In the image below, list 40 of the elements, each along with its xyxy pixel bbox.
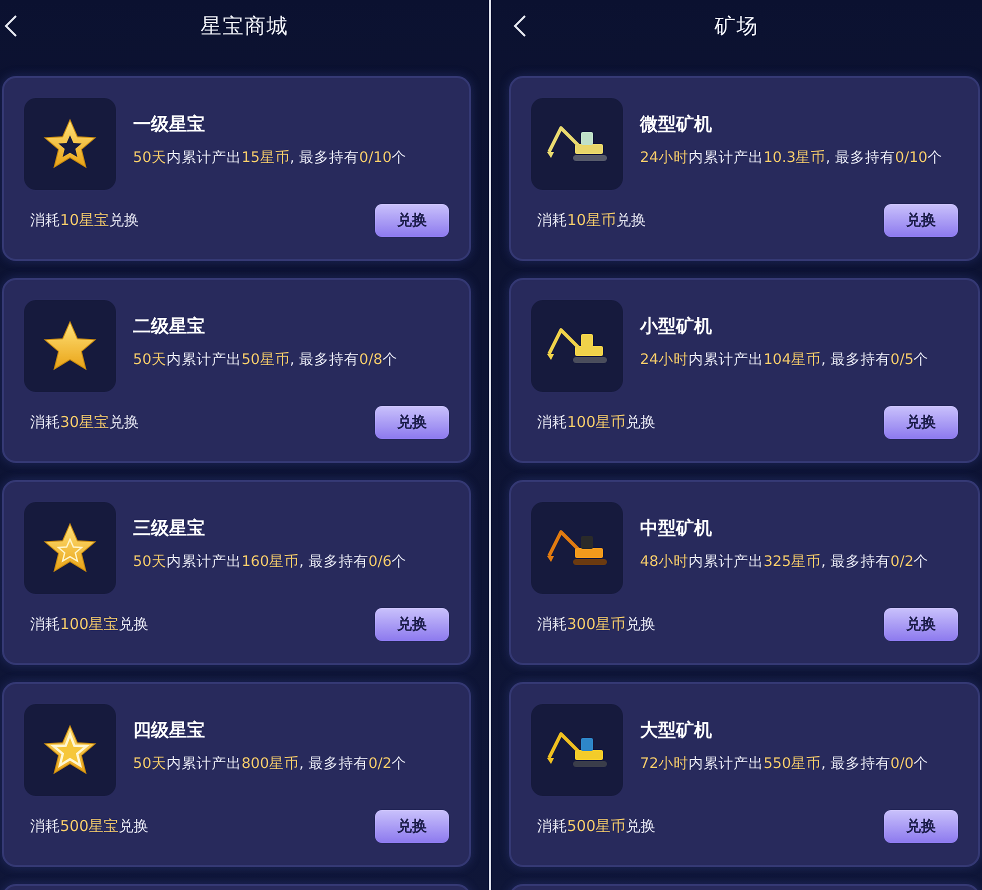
product-description: 50天内累计产出 15星币, 最多持有0/10个 [133, 148, 408, 168]
product-name: 二级星宝 [133, 315, 206, 338]
exchange-button[interactable]: 兑换 [375, 810, 449, 843]
cost-text: 消耗100星币兑换 [537, 413, 656, 432]
product-description: 50天内累计产出 50星币, 最多持有0/8个 [133, 350, 398, 370]
cost-text: 消耗10星宝兑换 [30, 211, 140, 230]
product-name: 一级星宝 [133, 113, 206, 136]
cost-text: 消耗500星币兑换 [537, 817, 656, 836]
product-description: 50天内累计产出 160星币, 最多持有0/6个 [133, 552, 408, 572]
product-description: 48小时内累计产出 325星币, 最多持有0/2个 [640, 552, 930, 572]
excavator-icon [545, 528, 609, 568]
product-name: 四级星宝 [133, 719, 206, 742]
excavator-icon [545, 124, 609, 164]
product-name: 微型矿机 [640, 113, 713, 136]
cost-text: 消耗100星宝兑换 [30, 615, 149, 634]
product-name: 三级星宝 [133, 517, 206, 540]
exchange-button[interactable]: 兑换 [884, 810, 958, 843]
cost-text: 消耗10星币兑换 [537, 211, 646, 230]
exchange-button[interactable]: 兑换 [375, 406, 449, 439]
product-name: 大型矿机 [640, 719, 713, 742]
excavator-icon [545, 326, 609, 366]
exchange-button[interactable]: 兑换 [884, 608, 958, 641]
exchange-button[interactable]: 兑换 [375, 204, 449, 237]
product-name: 小型矿机 [640, 315, 713, 338]
page-title: 矿场 [714, 13, 758, 40]
back-icon[interactable] [513, 14, 527, 38]
cost-text: 消耗300星币兑换 [537, 615, 656, 634]
exchange-button[interactable]: 兑换 [375, 608, 449, 641]
product-description: 50天内累计产出 800星币, 最多持有0/2个 [133, 754, 408, 774]
product-description: 24小时内累计产出 10.3星币, 最多持有0/10个 [640, 148, 944, 168]
cost-text: 消耗500星宝兑换 [30, 817, 149, 836]
product-name: 中型矿机 [640, 517, 713, 540]
back-icon[interactable] [4, 14, 18, 38]
product-description: 72小时内累计产出 550星币, 最多持有0/0个 [640, 754, 930, 774]
excavator-icon [545, 730, 609, 770]
page-title: 星宝商城 [200, 13, 288, 40]
product-description: 24小时内累计产出 104星币, 最多持有0/5个 [640, 350, 930, 370]
exchange-button[interactable]: 兑换 [884, 406, 958, 439]
cost-text: 消耗30星宝兑换 [30, 413, 140, 432]
exchange-button[interactable]: 兑换 [884, 204, 958, 237]
